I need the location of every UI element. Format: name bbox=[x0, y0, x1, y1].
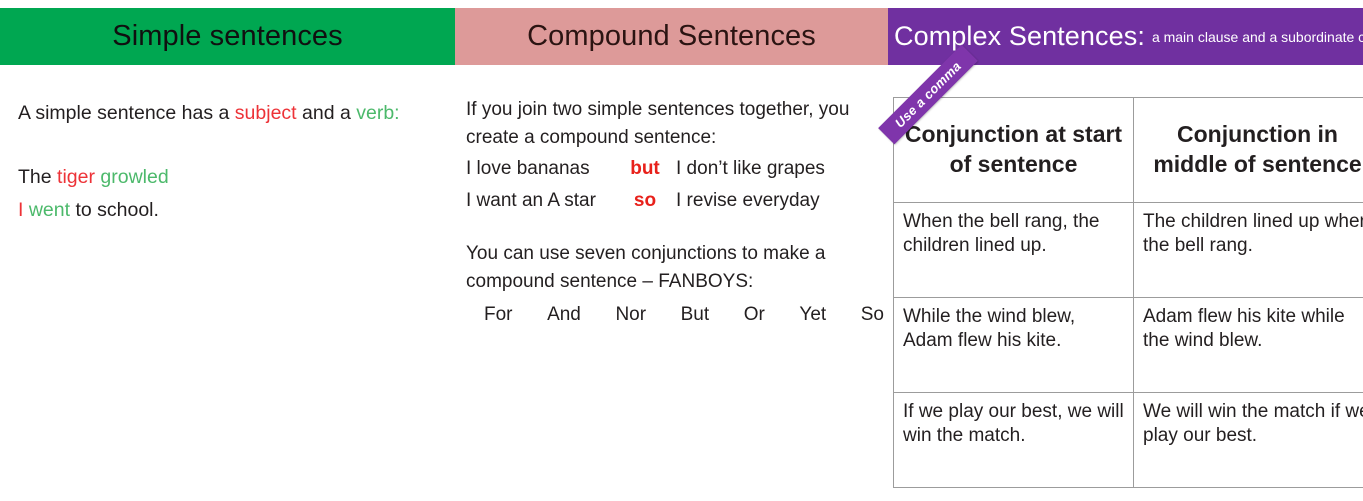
table-header-row: Conjunction at start of sentence Conjunc… bbox=[893, 97, 1363, 203]
table-row: When the bell rang, the children lined u… bbox=[893, 202, 1363, 298]
table-cell-start-2: While the wind blew, Adam flew his kite. bbox=[893, 297, 1134, 393]
fanboys-item-nor: Nor bbox=[615, 304, 647, 326]
fanboys-item-but: But bbox=[680, 304, 710, 326]
compound-example-1-left: I love bananas bbox=[466, 158, 590, 180]
simple-sentences-column bbox=[0, 0, 455, 501]
simple-example-1-subject: tiger bbox=[57, 165, 95, 188]
simple-definition-subject-word: subject bbox=[234, 102, 297, 124]
table-cell-middle-3: We will win the match if we play our bes… bbox=[1133, 392, 1363, 488]
simple-sentences-header-bar: Simple sentences bbox=[0, 8, 455, 65]
compound-sentences-body: If you join two simple sentences togethe… bbox=[466, 96, 886, 329]
simple-sentences-title: Simple sentences bbox=[112, 20, 343, 52]
simple-example-2-verb: went bbox=[28, 199, 71, 222]
table-row: If we play our best, we will win the mat… bbox=[893, 392, 1363, 488]
simple-example-1-part1: The bbox=[18, 165, 58, 188]
compound-example-2-left: I want an A star bbox=[466, 189, 596, 211]
fanboys-item-for: For bbox=[484, 304, 513, 326]
simple-definition-middle: and a bbox=[296, 102, 357, 124]
compound-example-2-right: I revise everyday bbox=[676, 189, 820, 211]
table-cell-start-1: When the bell rang, the children lined u… bbox=[893, 202, 1134, 298]
compound-sentences-header-bar: Compound Sentences bbox=[455, 8, 888, 65]
fanboys-item-or: Or bbox=[743, 304, 765, 326]
simple-definition-suffix: : bbox=[394, 102, 400, 124]
compound-example-1-conjunction: but bbox=[630, 158, 660, 180]
fanboys-list: For And Nor But Or Yet So bbox=[466, 301, 884, 329]
fanboys-item-yet: Yet bbox=[799, 304, 827, 326]
compound-sentences-title: Compound Sentences bbox=[527, 20, 816, 52]
simple-example-2-part2: to school. bbox=[70, 199, 159, 222]
compound-example-1-right: I don’t like grapes bbox=[676, 158, 825, 180]
simple-definition: A simple sentence has a subject and a ve… bbox=[18, 100, 443, 128]
table-header-conjunction-in-middle: Conjunction in middle of sentence bbox=[1133, 97, 1363, 203]
fanboys-intro-text: You can use seven conjunctions to make a… bbox=[466, 243, 826, 292]
simple-definition-prefix: A simple sentence has a bbox=[18, 102, 235, 124]
fanboys-item-so: So bbox=[860, 304, 884, 326]
fanboys-item-and: And bbox=[547, 304, 581, 326]
compound-intro-text: If you join two simple sentences togethe… bbox=[466, 99, 850, 148]
table-cell-middle-2: Adam flew his kite while the wind blew. bbox=[1133, 297, 1363, 393]
simple-example-1-verb: growled bbox=[100, 165, 169, 188]
table-cell-middle-1: The children lined up when the bell rang… bbox=[1133, 202, 1363, 298]
compound-example-row: I want an A star so I revise everyday bbox=[466, 187, 886, 215]
table-header-conjunction-at-start: Conjunction at start of sentence bbox=[893, 97, 1134, 203]
table-row: While the wind blew, Adam flew his kite.… bbox=[893, 297, 1363, 393]
table-cell-start-3: If we play our best, we will win the mat… bbox=[893, 392, 1134, 488]
simple-example-2: I went to school. bbox=[18, 197, 443, 225]
compound-example-2-conjunction: so bbox=[633, 189, 657, 211]
simple-example-1: The tiger growled bbox=[18, 164, 443, 192]
complex-sentences-subtitle: a main clause and a subordinate clause bbox=[1151, 28, 1363, 45]
simple-definition-verb-word: verb bbox=[356, 102, 395, 124]
complex-sentences-title: Complex Sentences: bbox=[894, 21, 1145, 51]
complex-sentences-table: Conjunction at start of sentence Conjunc… bbox=[893, 97, 1363, 488]
simple-sentences-body: A simple sentence has a subject and a ve… bbox=[18, 100, 443, 225]
compound-example-row: I love bananas but I don’t like grapes bbox=[466, 155, 886, 183]
